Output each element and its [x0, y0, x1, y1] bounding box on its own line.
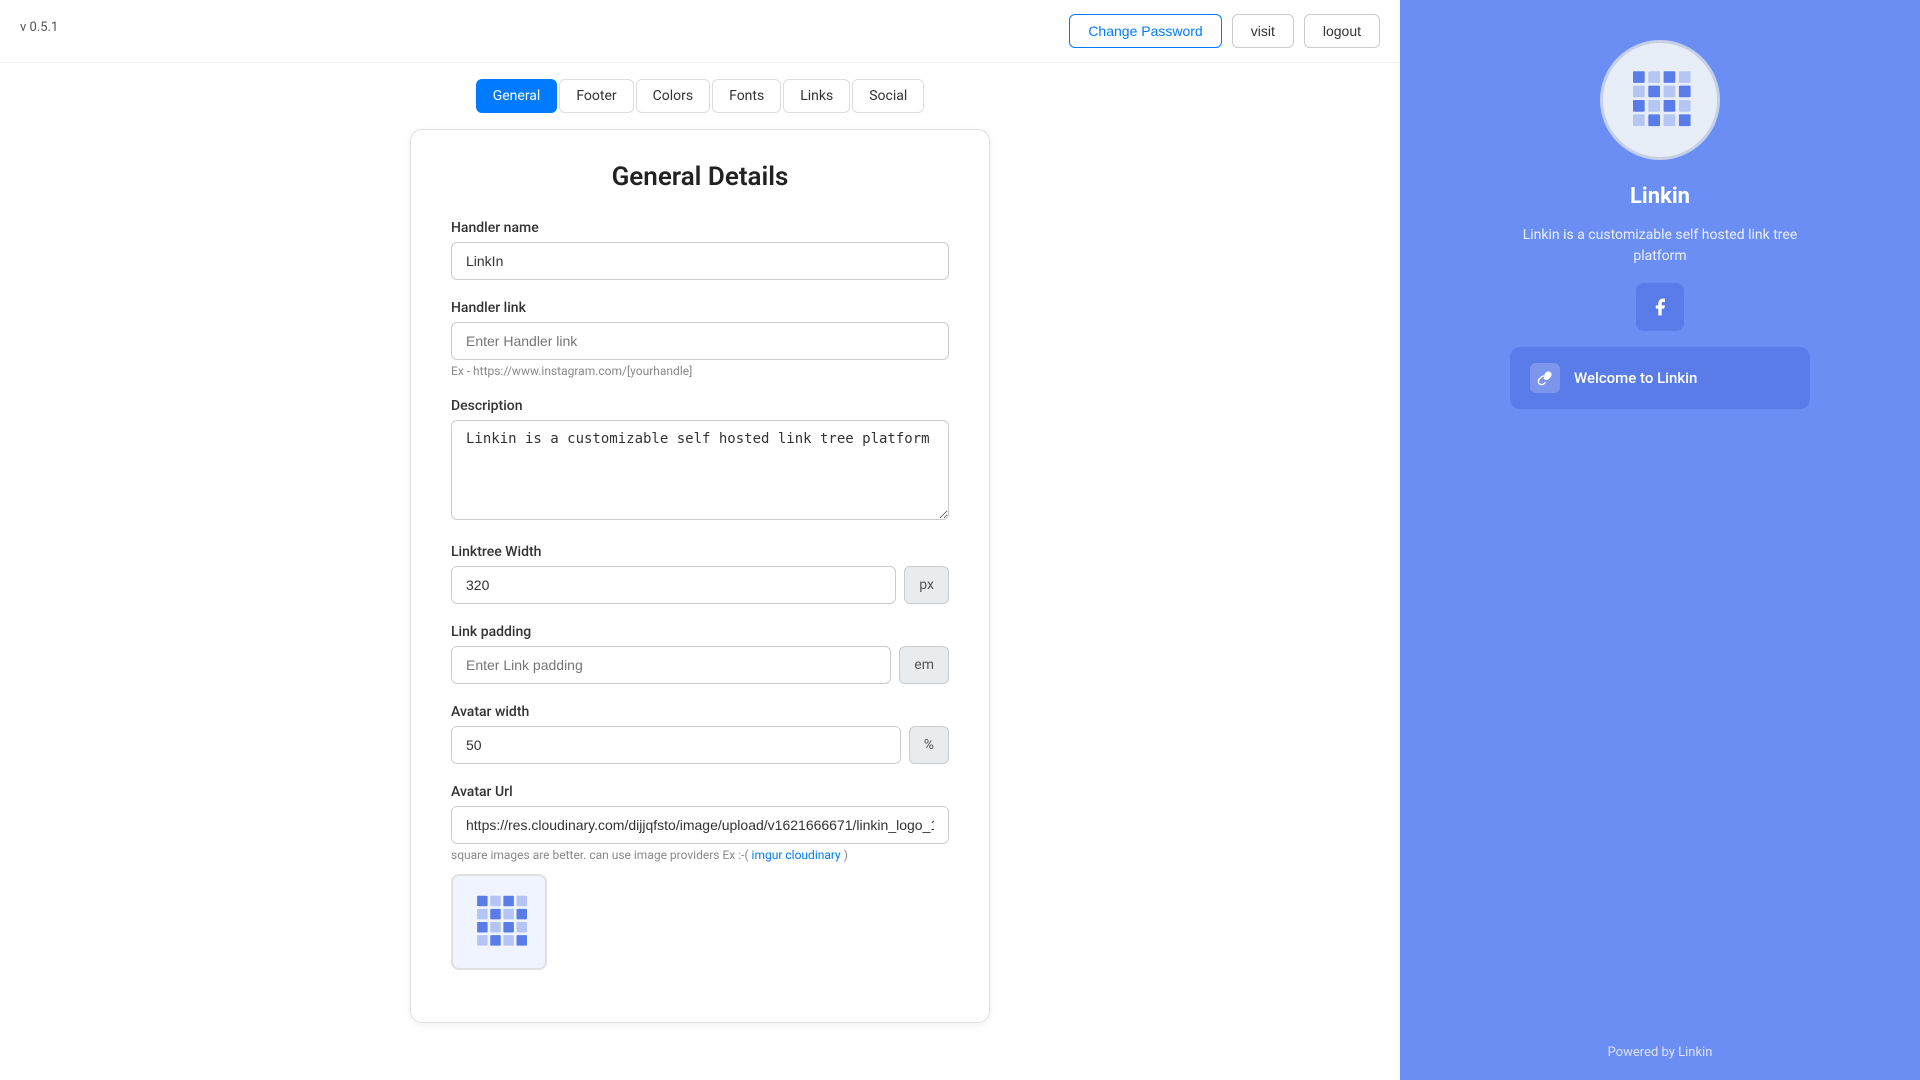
- preview-panel: Linkin Linkin is a customizable self hos…: [1400, 0, 1920, 1080]
- general-form-card: General Details Handler name Handler lin…: [410, 129, 990, 1023]
- handler-link-input[interactable]: [451, 322, 949, 360]
- preview-description: Linkin is a customizable self hosted lin…: [1520, 225, 1800, 267]
- avatar-width-label: Avatar width: [451, 704, 949, 720]
- description-group: Description Linkin is a customizable sel…: [451, 398, 949, 524]
- link-padding-input[interactable]: [451, 646, 891, 684]
- handler-name-group: Handler name: [451, 220, 949, 280]
- linktree-width-group: Linktree Width px: [451, 544, 949, 604]
- change-password-button[interactable]: Change Password: [1069, 14, 1221, 48]
- avatar-url-input[interactable]: [451, 806, 949, 844]
- tab-footer[interactable]: Footer: [559, 79, 633, 113]
- avatar-width-group: Avatar width %: [451, 704, 949, 764]
- avatar-width-input-group: %: [451, 726, 949, 764]
- link-padding-unit: em: [899, 646, 949, 684]
- cloudinary-link[interactable]: cloudinary: [785, 848, 840, 862]
- preview-avatar: [1600, 40, 1720, 160]
- preview-link-icon: [1530, 363, 1560, 393]
- logout-button[interactable]: logout: [1304, 14, 1380, 48]
- linktree-width-input[interactable]: [451, 566, 896, 604]
- linktree-width-unit: px: [904, 566, 949, 604]
- visit-button[interactable]: visit: [1232, 14, 1294, 48]
- avatar-preview: [451, 874, 547, 970]
- facebook-icon: [1650, 297, 1670, 317]
- preview-link-button[interactable]: Welcome to Linkin: [1510, 347, 1810, 409]
- tab-bar: General Footer Colors Fonts Links Social: [0, 63, 1400, 129]
- tab-links[interactable]: Links: [783, 79, 850, 113]
- tab-fonts[interactable]: Fonts: [712, 79, 781, 113]
- handler-link-hint: Ex - https://www.instagram.com/[yourhand…: [451, 364, 949, 378]
- avatar-width-input[interactable]: [451, 726, 901, 764]
- tab-colors[interactable]: Colors: [636, 79, 710, 113]
- handler-link-label: Handler link: [451, 300, 949, 316]
- avatar-url-label: Avatar Url: [451, 784, 949, 800]
- tab-social[interactable]: Social: [852, 79, 924, 113]
- avatar-url-hint: square images are better. can use image …: [451, 848, 949, 862]
- preview-logo: [1624, 64, 1696, 136]
- preview-content: Linkin Linkin is a customizable self hos…: [1430, 40, 1890, 409]
- preview-social-button[interactable]: [1636, 283, 1684, 331]
- description-input[interactable]: Linkin is a customizable self hosted lin…: [451, 420, 949, 520]
- handler-name-label: Handler name: [451, 220, 949, 236]
- handler-link-group: Handler link Ex - https://www.instagram.…: [451, 300, 949, 378]
- linktree-width-label: Linktree Width: [451, 544, 949, 560]
- description-label: Description: [451, 398, 949, 414]
- avatar-url-hint-text: square images are better. can use image …: [451, 848, 752, 862]
- link-padding-group: Link padding em: [451, 624, 949, 684]
- avatar-preview-image: [464, 887, 534, 957]
- tab-general[interactable]: General: [476, 79, 558, 113]
- avatar-url-group: Avatar Url square images are better. can…: [451, 784, 949, 970]
- link-icon: [1537, 370, 1553, 386]
- form-title: General Details: [451, 162, 949, 192]
- avatar-width-unit: %: [909, 726, 949, 764]
- preview-link-label: Welcome to Linkin: [1574, 369, 1697, 387]
- handler-name-input[interactable]: [451, 242, 949, 280]
- powered-by-text: Powered by Linkin: [1608, 1045, 1713, 1060]
- link-padding-label: Link padding: [451, 624, 949, 640]
- imgur-link[interactable]: imgur: [752, 848, 783, 862]
- top-bar: Change Password visit logout: [0, 0, 1400, 63]
- link-padding-input-group: em: [451, 646, 949, 684]
- version-text: v 0.5.1: [20, 20, 58, 35]
- preview-name: Linkin: [1630, 184, 1690, 209]
- linktree-width-input-group: px: [451, 566, 949, 604]
